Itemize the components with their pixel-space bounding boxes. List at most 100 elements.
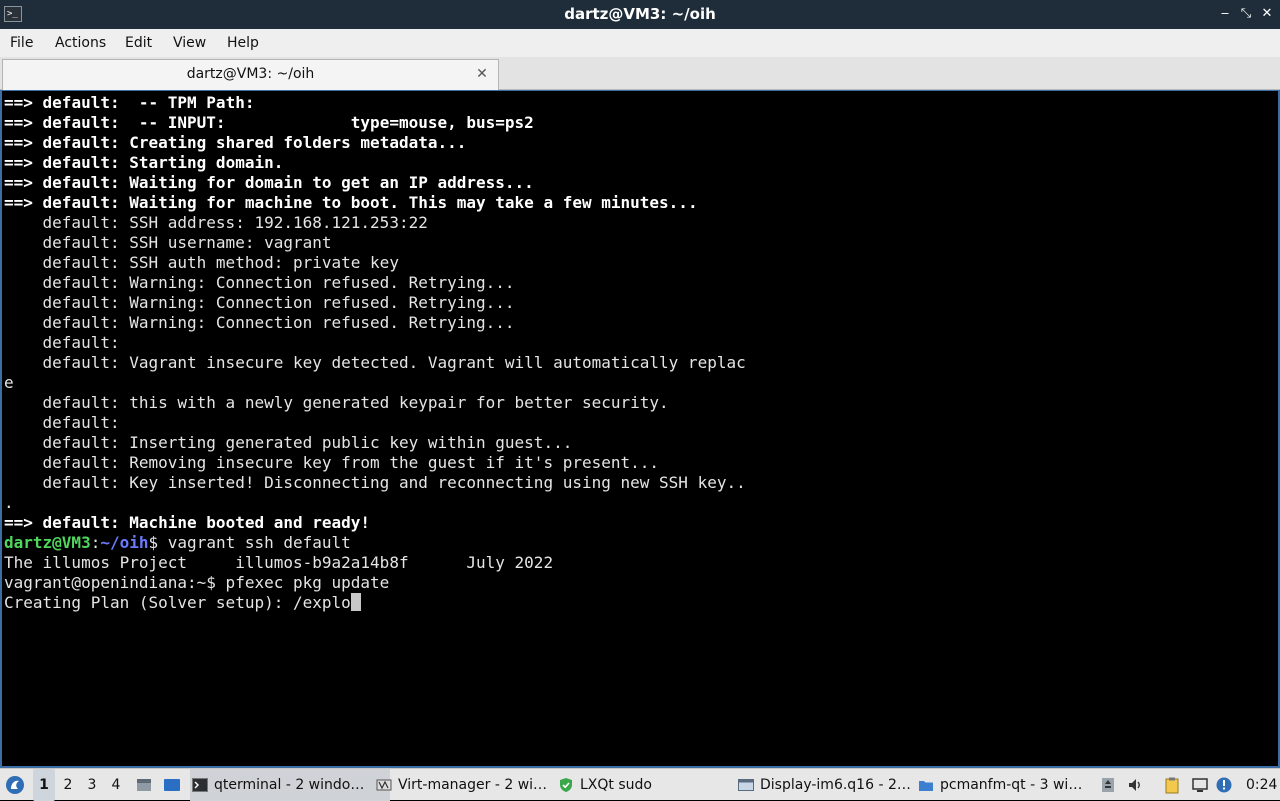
task-label: qterminal - 2 windo… (214, 777, 365, 793)
output-text: default: Key inserted! Disconnecting and… (4, 473, 746, 492)
output-arrow: ==> (4, 133, 33, 152)
prompt-path: ~/oih (100, 533, 149, 552)
tab-close-icon[interactable]: ✕ (474, 66, 490, 82)
output-text: default: Waiting for domain to get an IP… (32, 173, 534, 192)
workspace-1[interactable]: 1 (33, 769, 55, 801)
output-text: default: (4, 413, 120, 432)
removable-media-icon[interactable] (1099, 776, 1117, 794)
menu-bar: File Actions Edit View Help (0, 29, 1280, 57)
output-arrow: ==> (4, 153, 33, 172)
output-text: default: Starting domain. (32, 153, 284, 172)
tab-bar: dartz@VM3: ~/oih ✕ (0, 57, 1280, 90)
current-line: Creating Plan (Solver setup): /explo (4, 593, 1268, 613)
clipboard-icon[interactable] (1163, 776, 1181, 794)
output-arrow: ==> (4, 173, 33, 192)
output-text: default: Warning: Connection refused. Re… (4, 313, 515, 332)
output-arrow: ==> (4, 93, 33, 112)
task-label: pcmanfm-qt - 3 wi… (940, 777, 1083, 793)
minimize-button[interactable]: ‒ (1217, 6, 1233, 22)
prompt-user-host: dartz@VM3 (4, 533, 91, 552)
menu-view[interactable]: View (167, 29, 212, 57)
network-icon[interactable] (1191, 776, 1209, 794)
task-display-im6[interactable]: Display-im6.q16 - 2… (736, 769, 934, 801)
task-label: LXQt sudo (580, 777, 652, 793)
terminal-line: The illumos Project illumos-b9a2a14b8f J… (4, 553, 1268, 573)
task-lxqt-sudo[interactable]: LXQt sudo (556, 769, 750, 801)
terminal-line: ==> default: Waiting for machine to boot… (4, 193, 1268, 213)
start-menu-icon[interactable] (5, 775, 25, 795)
output-text: default: Creating shared folders metadat… (32, 133, 467, 152)
menu-help[interactable]: Help (221, 29, 265, 57)
menu-file[interactable]: File (4, 29, 39, 57)
output-arrow: ==> (4, 513, 33, 532)
terminal-scrollbar[interactable] (1272, 91, 1278, 766)
output-text: default: Removing insecure key from the … (4, 453, 660, 472)
terminal-line: default: (4, 333, 1268, 353)
notification-icon[interactable] (1215, 776, 1233, 794)
clock[interactable]: 0:24 (1246, 769, 1277, 801)
terminal-line: default: Vagrant insecure key detected. … (4, 353, 1268, 373)
output-text: default: Inserting generated public key … (4, 433, 573, 452)
terminal-line: default: Warning: Connection refused. Re… (4, 293, 1268, 313)
task-qterminal[interactable]: qterminal - 2 windo… (190, 769, 390, 801)
output-text: vagrant@openindiana:~$ pfexec pkg update (4, 573, 390, 592)
output-arrow: ==> (4, 193, 33, 212)
terminal-line: ==> default: Creating shared folders met… (4, 133, 1268, 153)
task-label: Display-im6.q16 - 2… (760, 777, 911, 793)
terminal-icon (192, 778, 208, 792)
task-virt-manager[interactable]: Virt-manager - 2 wi… (374, 769, 574, 801)
workspace-2[interactable]: 2 (57, 769, 79, 801)
output-text: default: Vagrant insecure key detected. … (4, 353, 746, 372)
terminal-line: default: SSH username: vagrant (4, 233, 1268, 253)
terminal-line: default: (4, 413, 1268, 433)
shield-icon (560, 778, 572, 792)
taskbar: 1 2 3 4 qterminal - 2 windo… Virt-manage… (0, 768, 1280, 801)
terminal-line: . (4, 493, 1268, 513)
show-desktop-icon[interactable] (163, 776, 181, 794)
task-label: Virt-manager - 2 wi… (398, 777, 548, 793)
terminal-line: default: Warning: Connection refused. Re… (4, 273, 1268, 293)
output-text: default: (4, 333, 120, 352)
terminal-line: e (4, 373, 1268, 393)
output-text: default: Warning: Connection refused. Re… (4, 293, 515, 312)
file-manager-launcher-icon[interactable] (135, 776, 153, 794)
output-text: default: SSH username: vagrant (4, 233, 332, 252)
task-pcmanfm[interactable]: pcmanfm-qt - 3 wi… (916, 769, 1110, 801)
text-cursor (350, 593, 361, 611)
prompt-symbol: $ (148, 533, 159, 552)
terminal-line: ==> default: Starting domain. (4, 153, 1268, 173)
output-text: . (4, 493, 14, 512)
window-title: dartz@VM3: ~/oih (564, 5, 716, 23)
terminal-line: default: SSH auth method: private key (4, 253, 1268, 273)
terminal-line: default: SSH address: 192.168.121.253:22 (4, 213, 1268, 233)
output-text: Creating Plan (Solver setup): /explo (4, 593, 351, 612)
output-text: default: -- INPUT: type=mouse, bus=ps2 (32, 113, 534, 132)
display-window-icon (738, 779, 754, 791)
menu-actions[interactable]: Actions (49, 29, 112, 57)
output-text: default: this with a newly generated key… (4, 393, 669, 412)
close-button[interactable]: ✕ (1259, 6, 1275, 22)
tab-label: dartz@VM3: ~/oih (186, 66, 315, 82)
output-text: default: SSH address: 192.168.121.253:22 (4, 213, 428, 232)
volume-icon[interactable] (1127, 776, 1145, 794)
prompt-command: vagrant ssh default (158, 533, 351, 552)
terminal-line: ==> default: -- INPUT: type=mouse, bus=p… (4, 113, 1268, 133)
terminal-line: default: Inserting generated public key … (4, 433, 1268, 453)
workspace-3[interactable]: 3 (81, 769, 103, 801)
terminal-line: default: this with a newly generated key… (4, 393, 1268, 413)
terminal-view[interactable]: ==> default: -- TPM Path: ==> default: --… (0, 90, 1280, 768)
output-arrow: ==> (4, 113, 33, 132)
maximize-button[interactable]: ⤡ (1238, 6, 1254, 22)
terminal-line: default: Key inserted! Disconnecting and… (4, 473, 1268, 493)
terminal-line: default: Removing insecure key from the … (4, 453, 1268, 473)
output-text: default: -- TPM Path: (32, 93, 255, 112)
output-text: The illumos Project illumos-b9a2a14b8f J… (4, 553, 554, 572)
folder-icon (919, 781, 933, 791)
terminal-line: vagrant@openindiana:~$ pfexec pkg update (4, 573, 1268, 593)
virt-manager-icon (376, 779, 392, 791)
window-titlebar: >_ dartz@VM3: ~/oih ‒ ⤡ ✕ (0, 0, 1280, 29)
tab-terminal[interactable]: dartz@VM3: ~/oih ✕ (2, 59, 499, 90)
menu-edit[interactable]: Edit (119, 29, 158, 57)
workspace-4[interactable]: 4 (105, 769, 127, 801)
output-text: default: SSH auth method: private key (4, 253, 399, 272)
